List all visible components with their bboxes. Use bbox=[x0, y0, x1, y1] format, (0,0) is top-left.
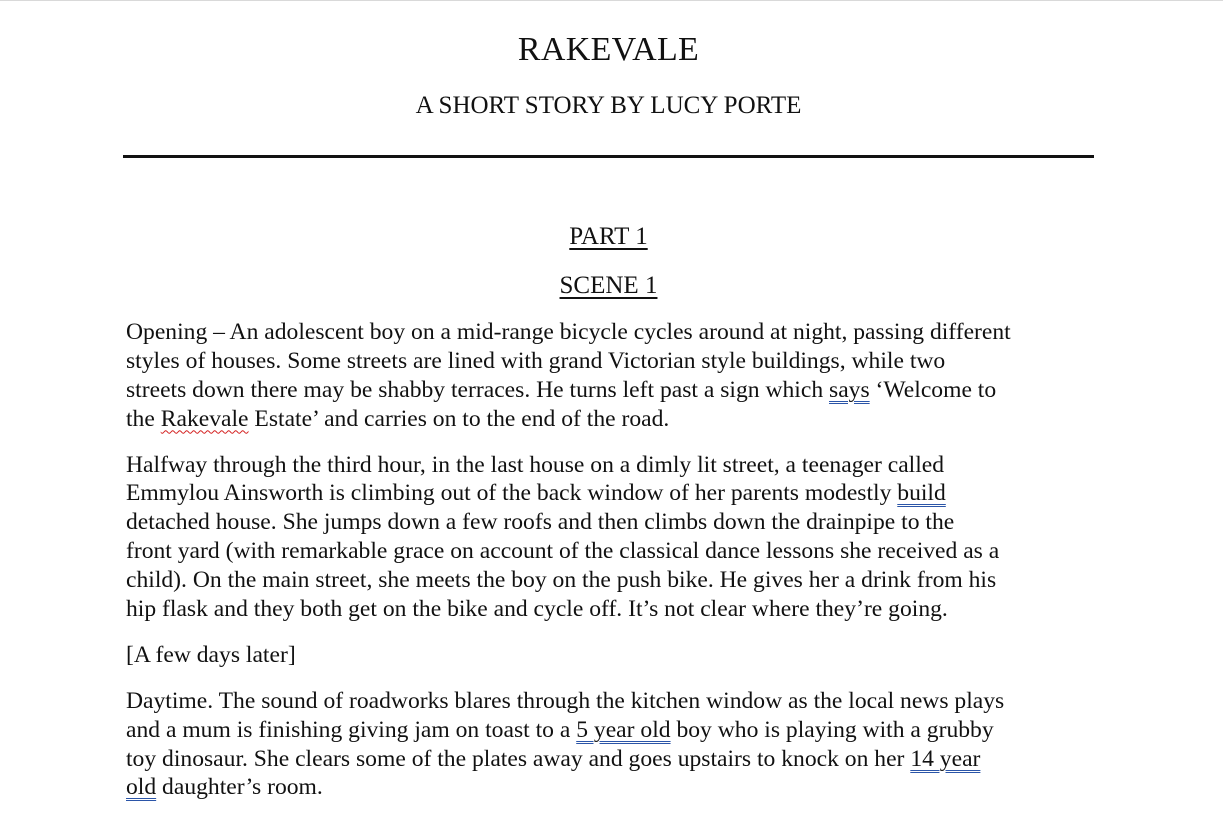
paragraph-daytime: Daytime. The sound of roadworks blares t… bbox=[126, 687, 1101, 803]
document-page[interactable]: RAKEVALE A SHORT STORY BY LUCY PORTE PAR… bbox=[0, 0, 1223, 822]
paragraph-time-skip: [A few days later] bbox=[126, 641, 1101, 670]
text-line: detached house. She jumps down a few roo… bbox=[126, 508, 1101, 537]
text-line: and a mum is finishing giving jam on toa… bbox=[126, 716, 1101, 745]
text-run: [A few days later] bbox=[126, 641, 296, 668]
document-subtitle: A SHORT STORY BY LUCY PORTE bbox=[415, 92, 802, 119]
text-line: Daytime. The sound of roadworks blares t… bbox=[126, 687, 1101, 716]
text-run: Estate’ and carries on to the end of the… bbox=[248, 405, 670, 432]
text-line: toy dinosaur. She clears some of the pla… bbox=[126, 745, 1101, 774]
title-divider-rule bbox=[123, 155, 1094, 158]
paragraph-halfway: Halfway through the third hour, in the l… bbox=[126, 451, 1101, 624]
text-line: Halfway through the third hour, in the l… bbox=[126, 451, 1101, 480]
spelling-flag-rakevale[interactable]: Rakevale bbox=[161, 406, 249, 432]
text-run: daughter’s room. bbox=[156, 774, 323, 801]
paragraph-opening: Opening – An adolescent boy on a mid-ran… bbox=[126, 318, 1101, 434]
text-run: child). On the main street, she meets th… bbox=[126, 567, 997, 594]
text-run: detached house. She jumps down a few roo… bbox=[126, 509, 955, 536]
text-line: the Rakevale Estate’ and carries on to t… bbox=[126, 405, 1101, 434]
text-run: boy who is playing with a grubby bbox=[670, 716, 994, 743]
text-line: [A few days later] bbox=[126, 641, 1101, 670]
grammar-flag-14-year-old-cont[interactable]: old bbox=[126, 774, 156, 800]
text-run: and a mum is finishing giving jam on toa… bbox=[126, 716, 577, 743]
text-run: styles of houses. Some streets are lined… bbox=[126, 347, 946, 374]
part-heading: PART 1 bbox=[569, 223, 648, 250]
text-line: styles of houses. Some streets are lined… bbox=[126, 347, 1101, 376]
text-line: child). On the main street, she meets th… bbox=[126, 566, 1101, 595]
text-run: hip flask and they both get on the bike … bbox=[126, 596, 948, 623]
text-line: hip flask and they both get on the bike … bbox=[126, 595, 1101, 624]
story-body: Opening – An adolescent boy on a mid-ran… bbox=[126, 318, 1101, 819]
text-run: streets down there may be shabby terrace… bbox=[126, 376, 830, 403]
grammar-flag-5-year-old[interactable]: 5 year old bbox=[576, 717, 670, 743]
text-run: ‘Welcome to bbox=[869, 376, 997, 403]
grammar-flag-says[interactable]: says bbox=[829, 377, 870, 403]
text-run: Opening – An adolescent boy on a mid-ran… bbox=[126, 319, 1011, 345]
text-line: Emmylou Ainsworth is climbing out of the… bbox=[126, 479, 1101, 508]
text-line: old daughter’s room. bbox=[126, 773, 1101, 802]
document-title: RAKEVALE bbox=[517, 31, 700, 68]
text-run: the bbox=[126, 405, 161, 432]
text-run: Daytime. The sound of roadworks blares t… bbox=[126, 687, 1005, 714]
grammar-flag-14-year-old[interactable]: 14 year bbox=[910, 746, 980, 772]
text-line: streets down there may be shabby terrace… bbox=[126, 376, 1101, 405]
text-run: Halfway through the third hour, in the l… bbox=[126, 451, 945, 478]
text-run: Emmylou Ainsworth is climbing out of the… bbox=[126, 480, 898, 507]
text-line: front yard (with remarkable grace on acc… bbox=[126, 537, 1101, 566]
grammar-flag-build[interactable]: build bbox=[897, 480, 946, 506]
text-line: Opening – An adolescent boy on a mid-ran… bbox=[126, 318, 1101, 347]
text-run: toy dinosaur. She clears some of the pla… bbox=[126, 745, 911, 772]
scene-heading: SCENE 1 bbox=[559, 272, 658, 299]
text-run: front yard (with remarkable grace on acc… bbox=[126, 538, 1000, 565]
